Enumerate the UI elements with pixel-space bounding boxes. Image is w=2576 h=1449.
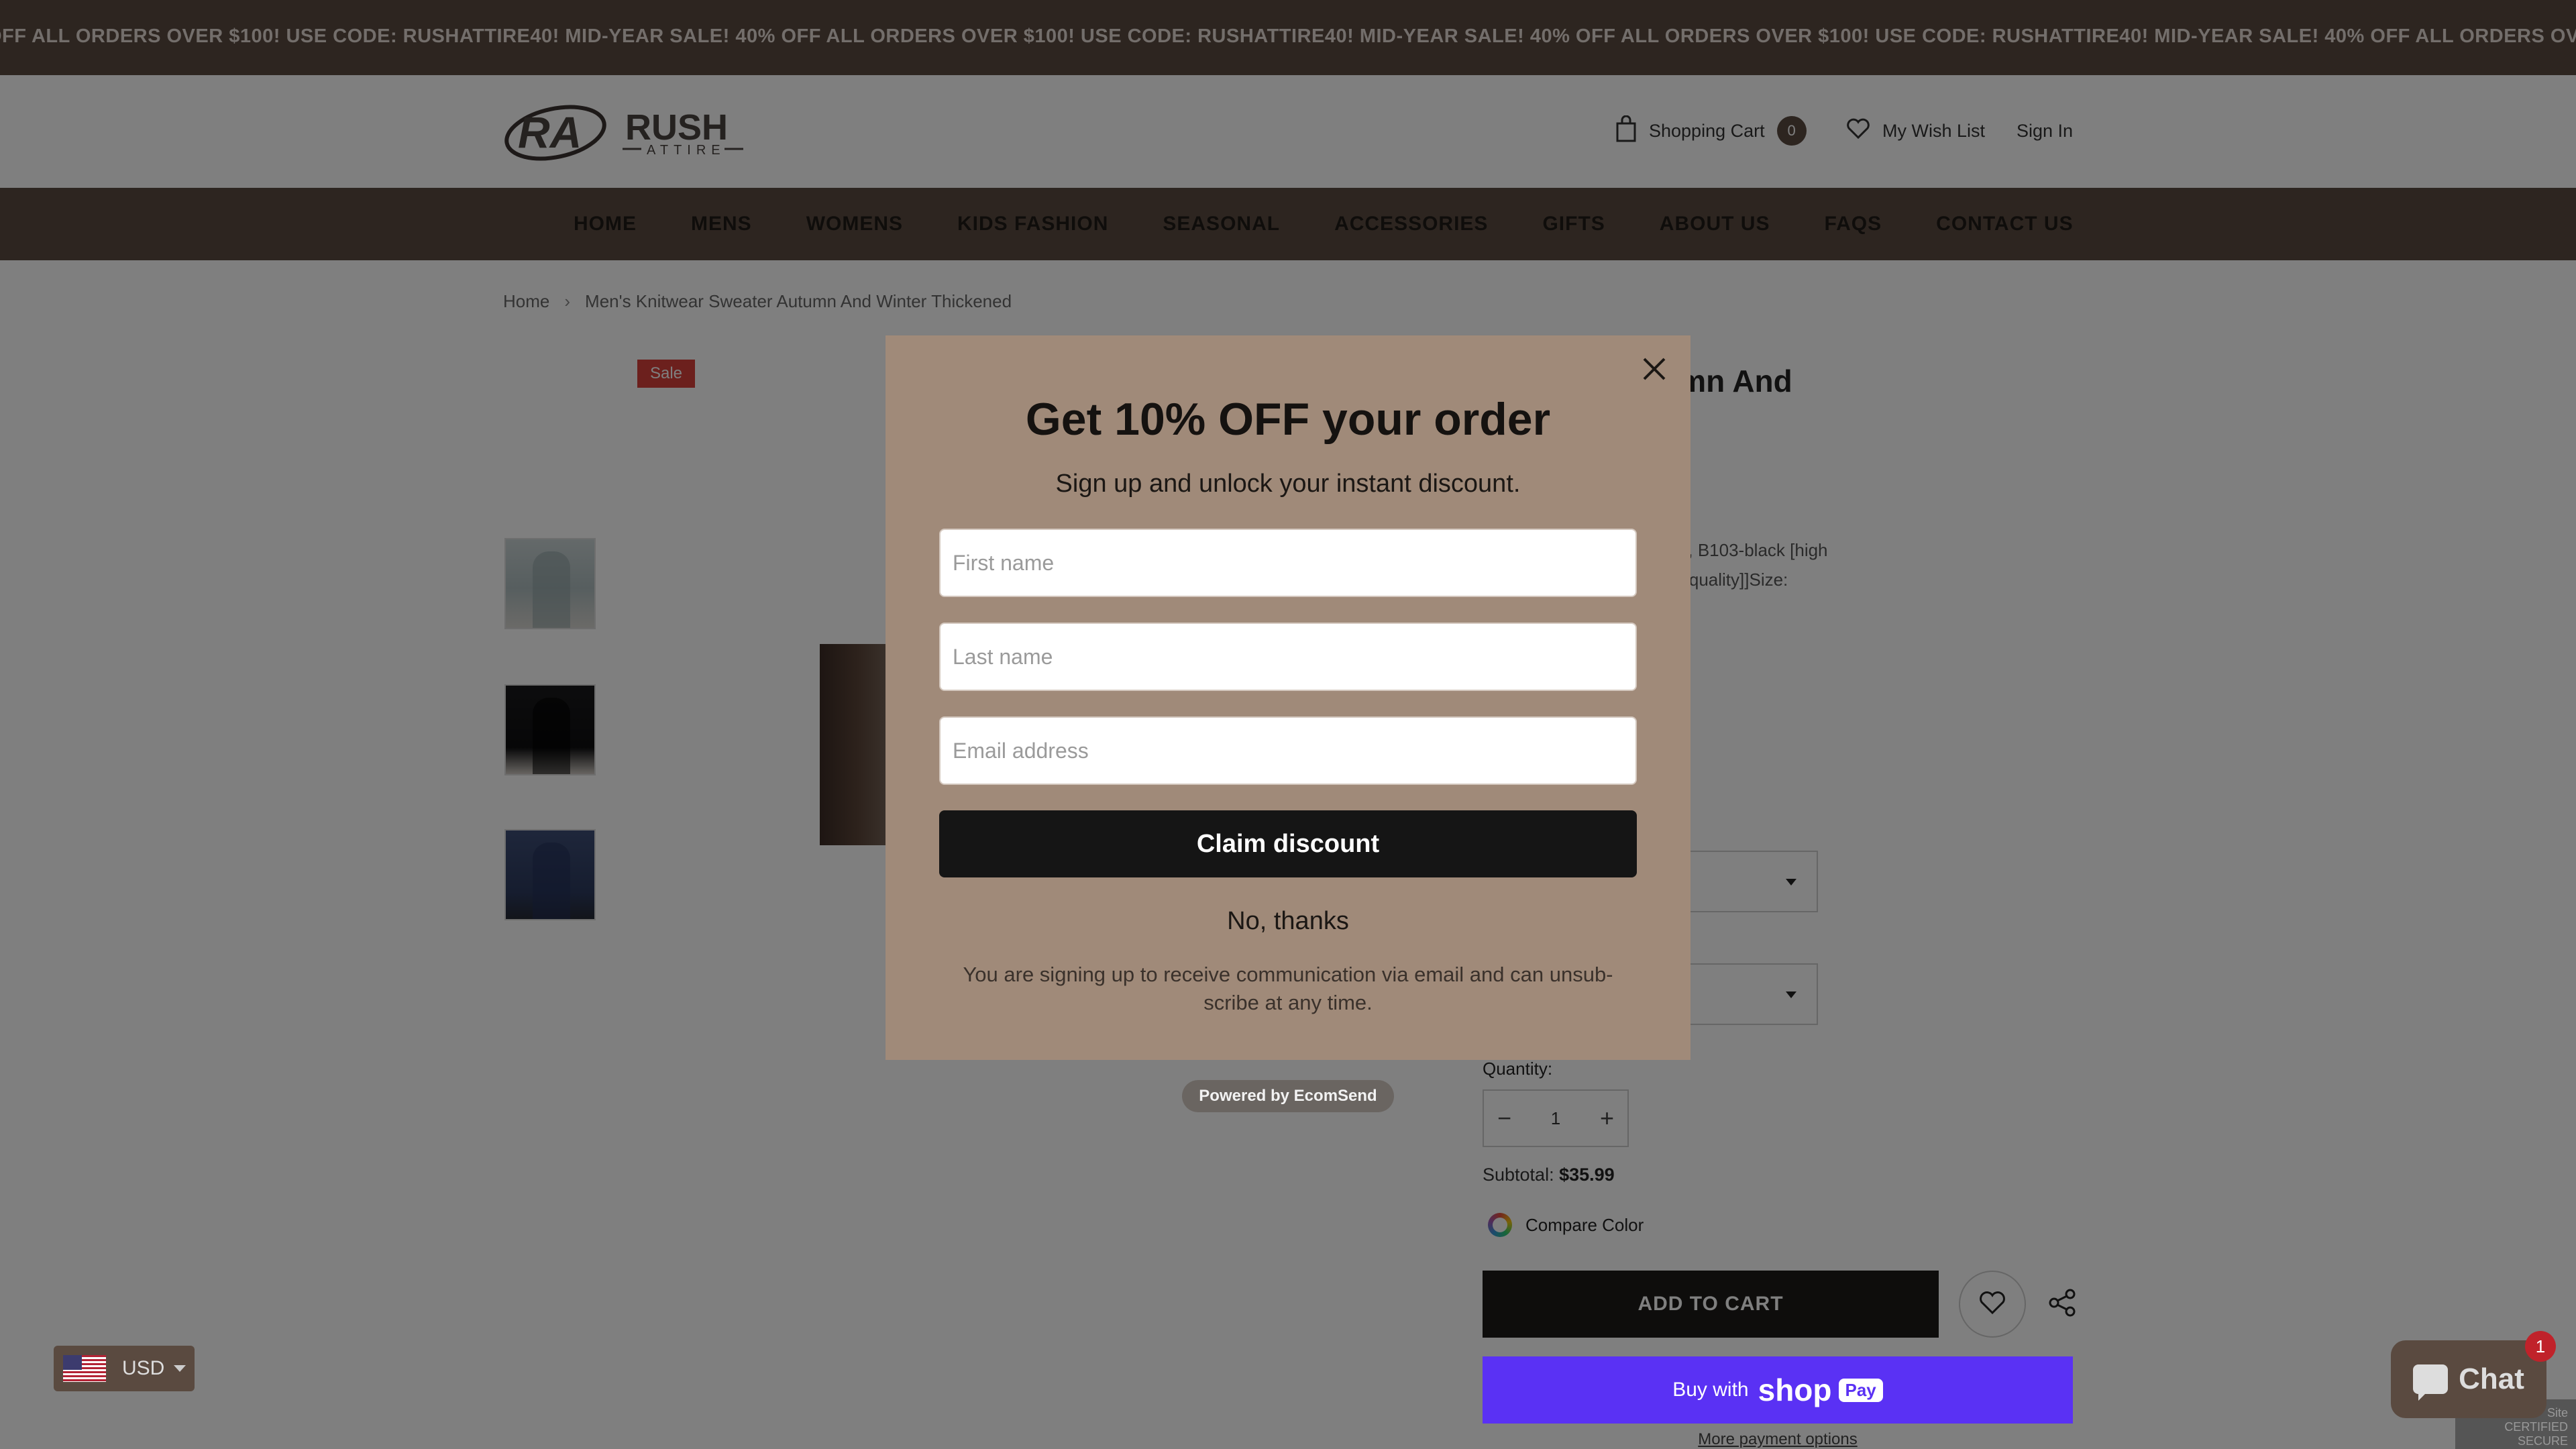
currency-selector[interactable]: USD: [54, 1346, 195, 1391]
more-payment-options-link[interactable]: More payment options: [1483, 1430, 2073, 1449]
pay-badge: Pay: [1838, 1378, 1883, 1402]
us-flag-icon: [63, 1355, 106, 1382]
chat-label: Chat: [2459, 1362, 2524, 1395]
chat-bubble-icon: [2413, 1364, 2449, 1401]
popup-subtitle: Sign up and unlock your instant discount…: [1055, 470, 1521, 498]
chat-button[interactable]: Chat: [2391, 1340, 2546, 1418]
caret-down-icon: [174, 1365, 186, 1372]
close-icon: [1643, 358, 1666, 380]
no-thanks-button[interactable]: No, thanks: [885, 907, 1690, 936]
first-name-field[interactable]: [939, 529, 1637, 597]
popup-title: Get 10% OFF your order: [1025, 394, 1551, 445]
shop-brand: shop: [1758, 1373, 1832, 1407]
close-button[interactable]: [1638, 353, 1670, 385]
claim-discount-button[interactable]: Claim discount: [939, 810, 1637, 877]
email-field[interactable]: [939, 716, 1637, 785]
currency-code: USD: [122, 1357, 165, 1379]
chat-unread-badge: 1: [2525, 1331, 2556, 1362]
powered-by-badge[interactable]: Powered by EcomSend: [1182, 1080, 1394, 1112]
popup-disclaimer: You are signing up to receive communicat…: [963, 963, 1613, 1014]
discount-popup: Get 10% OFF your order Sign up and unloc…: [885, 335, 1690, 1060]
buy-with-shop-pay-button[interactable]: Buy with shop Pay: [1483, 1356, 2073, 1424]
last-name-field[interactable]: [939, 623, 1637, 691]
buy-with-label: Buy with: [1672, 1379, 1749, 1401]
